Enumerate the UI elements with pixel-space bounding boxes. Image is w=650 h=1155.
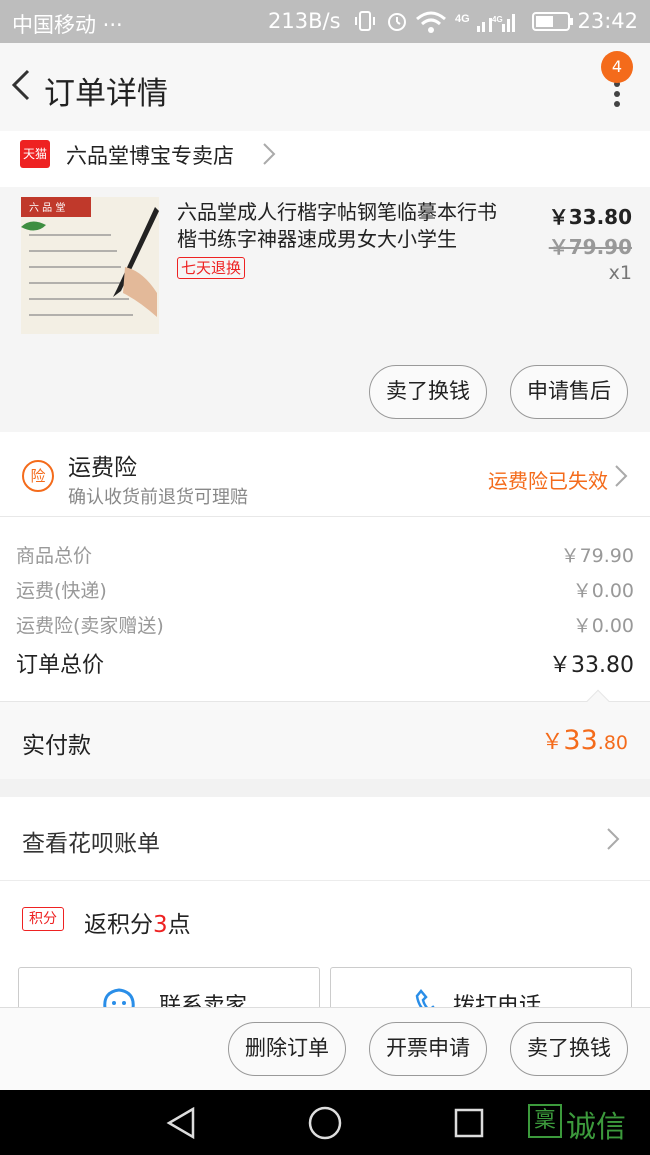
contact-row: 联系卖家 拨打电话 [0,959,650,1007]
summary-value: ￥79.90 [560,545,634,567]
page-title: 订单详情 [44,76,168,112]
product-price: ￥33.80 [548,205,632,229]
chevron-right-icon [607,828,620,850]
battery-icon [532,12,573,31]
shop-row[interactable]: 天猫 六品堂博宝专卖店 [0,131,650,187]
clock: 23:42 [577,9,638,33]
watermark-text: 诚信 [566,1110,626,1145]
sell-for-cash-button[interactable]: 卖了换钱 [369,365,487,419]
alarm-icon [388,13,406,31]
summary-row: 运费险(卖家赠送) ￥0.00 [16,611,634,638]
chevron-right-icon [263,143,276,165]
amount-paid-row: 实付款 ￥33.80 [0,689,650,779]
sell-for-cash-bottom-button[interactable]: 卖了换钱 [510,1022,628,1076]
points-number: 3 [153,912,168,938]
bottom-action-bar: 删除订单 开票申请 卖了换钱 [0,1007,650,1090]
product-card[interactable]: 六 品 堂 六品堂成人行楷字帖钢笔临摹本行书楷书练字神器速成男女大小学生 七天退… [0,187,650,432]
insurance-subtitle: 确认收货前退货可理赔 [68,487,248,508]
notification-badge: 4 [601,51,633,83]
points-label: 返积分3点 [84,905,191,939]
status-bar: 中国移动 ··· 213B/s 4G 4G 23:42 [0,0,650,43]
huabei-bill-row[interactable]: 查看花呗账单 [0,797,650,881]
insurance-icon: 险 [22,460,54,492]
vibrate-icon [355,11,375,31]
more-menu-icon[interactable] [612,81,622,107]
insurance-title: 运费险 [68,455,137,481]
delete-order-button[interactable]: 删除订单 [228,1022,346,1076]
nav-recents-icon[interactable] [453,1107,485,1139]
summary-value: ￥0.00 [572,615,634,637]
contact-seller-button[interactable]: 联系卖家 [18,967,320,1007]
currency-symbol: ￥ [541,730,564,755]
points-reward-row: 积分 返积分3点 [0,881,650,959]
tmall-logo-icon: 天猫 [20,140,50,168]
call-label: 拨打电话 [453,994,542,1007]
insurance-status: 运费险已失效 [488,469,608,493]
amount-integer: 33 [563,725,598,756]
chat-icon [103,988,135,1007]
signal-icon: 4G 4G [455,13,515,32]
shop-name: 六品堂博宝专卖店 [66,144,234,168]
svg-text:六 品 堂: 六 品 堂 [29,202,65,214]
amount-paid-value: ￥33.80 [541,724,628,756]
amount-decimal: .80 [597,732,628,754]
call-button[interactable]: 拨打电话 [330,967,632,1007]
nav-home-icon[interactable] [307,1105,343,1141]
summary-row: 商品总价 ￥79.90 [16,541,634,568]
return-policy-tag: 七天退换 [177,257,246,279]
summary-value: ￥0.00 [572,580,634,602]
summary-row: 运费(快递) ￥0.00 [16,576,634,603]
wifi-icon [416,11,446,33]
shipping-insurance-row[interactable]: 险 运费险 确认收货前退货可理赔 运费险已失效 [0,432,650,517]
phone-icon [415,989,435,1007]
svg-text:4G: 4G [492,15,503,24]
summary-label: 运费险(卖家赠送) [16,615,164,637]
price-summary: 商品总价 ￥79.90 运费(快递) ￥0.00 运费险(卖家赠送) ￥0.00… [0,517,650,701]
amount-paid-label: 实付款 [22,733,91,759]
product-original-price: ￥79.90 [548,235,632,259]
app-header: 订单详情 4 [0,43,650,131]
product-image[interactable]: 六 品 堂 [21,197,159,334]
system-nav-bar: 稟 诚信 [0,1090,650,1155]
watermark-mark-icon: 稟 [528,1104,562,1138]
huabei-bill-label: 查看花呗账单 [22,831,160,857]
back-arrow-icon[interactable] [8,65,36,105]
carrier-name: 中国移动 ··· [12,13,123,37]
invoice-request-button[interactable]: 开票申请 [369,1022,487,1076]
watermark-logo: 稟 诚信 [528,1102,646,1145]
product-quantity: x1 [608,262,632,284]
product-name[interactable]: 六品堂成人行楷字帖钢笔临摹本行书楷书练字神器速成男女大小学生 [177,199,512,253]
svg-text:4G: 4G [455,13,470,25]
chevron-right-icon [615,465,628,487]
summary-label: 运费(快递) [16,580,107,602]
points-tag: 积分 [22,907,64,931]
apply-after-sales-button[interactable]: 申请售后 [510,365,628,419]
points-prefix: 返积分 [84,912,153,938]
order-total-label: 订单总价 [16,653,105,678]
points-suffix: 点 [167,912,191,938]
order-total-value: ￥33.80 [549,653,634,678]
nav-back-icon[interactable] [165,1106,197,1140]
summary-label: 商品总价 [16,545,93,567]
order-total-row: 订单总价 ￥33.80 [16,647,634,679]
contact-seller-label: 联系卖家 [159,994,248,1007]
network-speed: 213B/s [268,9,341,33]
